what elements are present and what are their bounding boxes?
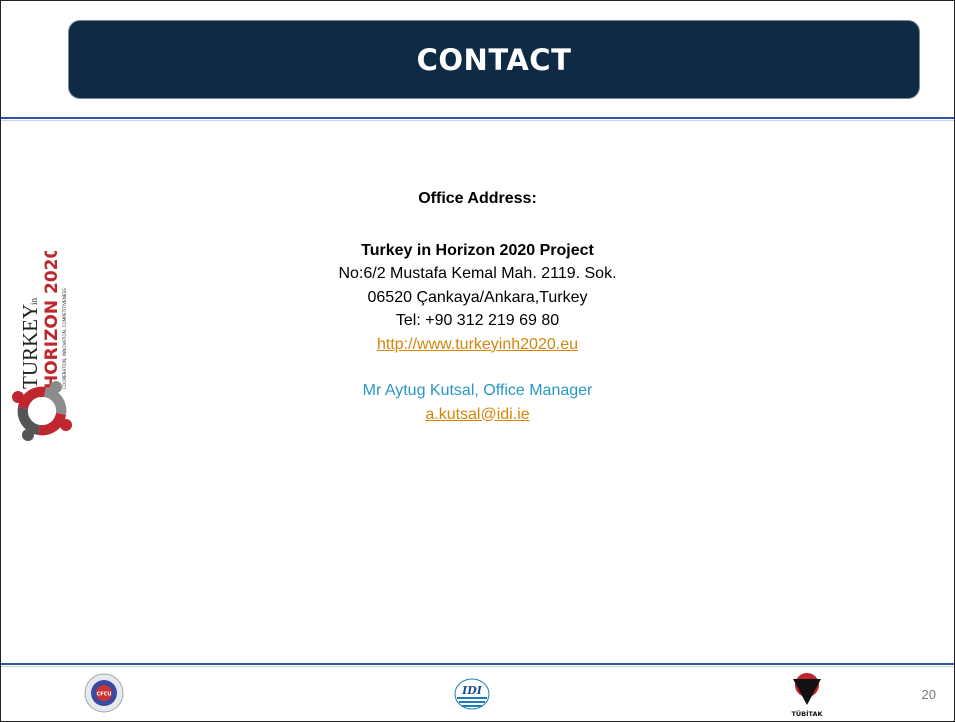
office-address-heading: Office Address: xyxy=(418,190,537,207)
cfcu-logo: CFCU xyxy=(84,673,124,713)
office-manager: Mr Aytug Kutsal, Office Manager xyxy=(362,382,593,399)
logo-tagline: COOPERATION, INNOVATION, COMPETITIVENESS xyxy=(62,288,67,389)
svg-text:TÜBİTAK: TÜBİTAK xyxy=(791,709,823,718)
turkey-horizon-wordmark: TURKEY in HORIZON 2020 COOPERATION, INNO… xyxy=(18,251,67,389)
page-number: 20 xyxy=(921,687,936,702)
slide: CONTACT Office Address: Turkey in Horizo… xyxy=(0,0,955,722)
contact-block: Office Address: Turkey in Horizon 2020 P… xyxy=(1,187,954,426)
people-circle-icon xyxy=(12,381,72,441)
slide-title: CONTACT xyxy=(416,42,572,77)
header-divider xyxy=(1,117,954,119)
footer-divider xyxy=(1,663,954,665)
address-line-1: No:6/2 Mustafa Kemal Mah. 2119. Sok. xyxy=(338,265,617,282)
turkey-horizon-logo: TURKEY in HORIZON 2020 COOPERATION, INNO… xyxy=(7,251,77,441)
project-name: Turkey in Horizon 2020 Project xyxy=(361,241,594,259)
logo-turkey-text: TURKEY xyxy=(18,304,42,389)
svg-text:IDI: IDI xyxy=(461,684,483,697)
idi-logo: IDI xyxy=(454,678,490,710)
logo-horizon-text: HORIZON 2020 xyxy=(42,251,62,389)
tubitak-logo: TÜBİTAK xyxy=(791,673,823,718)
header-divider-shadow xyxy=(1,120,954,121)
footer-divider-shadow xyxy=(1,666,954,667)
email-link[interactable]: a.kutsal@idi.ie xyxy=(425,406,529,423)
logo-in-text: in xyxy=(29,297,39,305)
website-link[interactable]: http://www.turkeyinh2020.eu xyxy=(377,336,578,353)
svg-text:CFCU: CFCU xyxy=(97,692,112,698)
title-banner: CONTACT xyxy=(68,20,920,99)
address-line-2: 06520 Çankaya/Ankara,Turkey xyxy=(367,288,588,306)
phone-number: Tel: +90 312 219 69 80 xyxy=(395,312,560,329)
